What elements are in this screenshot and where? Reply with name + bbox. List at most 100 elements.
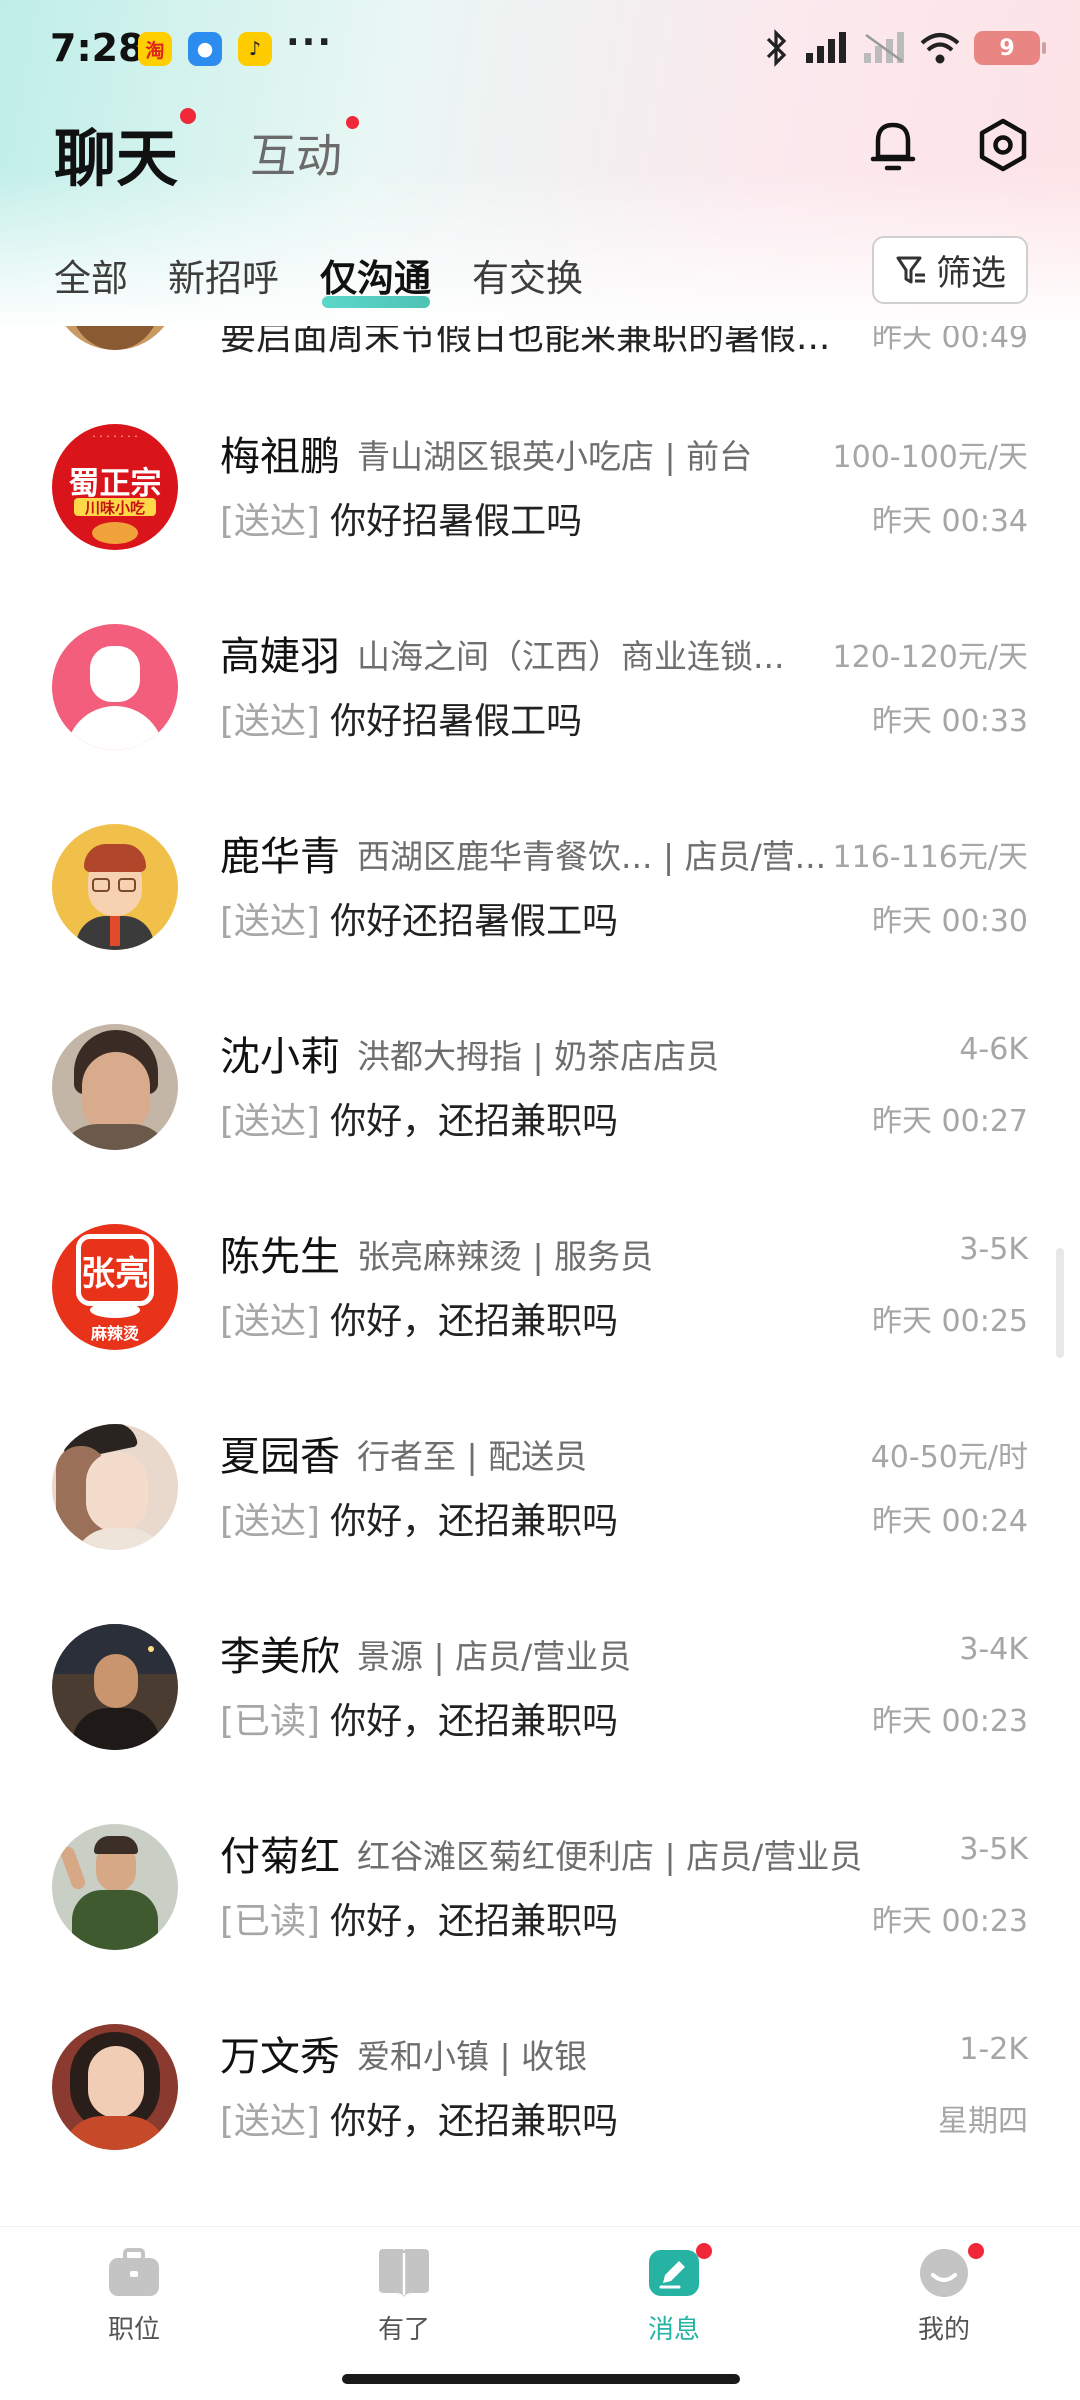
avatar [52, 1424, 178, 1550]
filter-button[interactable]: 筛选 [872, 236, 1028, 304]
avatar [52, 624, 178, 750]
message-edit-icon [649, 2250, 699, 2296]
wifi-icon [920, 33, 960, 64]
contact-name: 付菊红 [220, 1834, 340, 1880]
nav-profile[interactable]: 我的 [854, 2243, 1034, 2367]
status-right-icons: 9 [764, 28, 1046, 68]
nav-label: 我的 [917, 2315, 970, 2345]
message-time: 星期四 [938, 2104, 1028, 2139]
conversation-item[interactable]: 要启面周末节假日也能来兼职的暑假... 昨天 00:49 [0, 326, 1080, 396]
signal-weak-icon [864, 32, 904, 63]
notification-button[interactable] [860, 112, 926, 178]
message-time: 昨天 00:33 [872, 704, 1028, 739]
video-app-icon: ● [188, 32, 222, 66]
last-message: [送达] 你好，还招兼职吗 [220, 1301, 619, 1342]
conversation-list[interactable]: 要启面周末节假日也能来兼职的暑假... 昨天 00:49 · · · · · ·… [0, 326, 1080, 2226]
nav-youle[interactable]: 有了 [314, 2247, 494, 2367]
tab-new-greetings[interactable]: 新招呼 [168, 248, 279, 302]
chat-screen: 7:28 淘 ● ♪ ··· 9 聊天 互动 全部 新招呼 仅沟通 有交换 筛选… [0, 0, 1080, 2400]
salary: 1-2K [959, 2032, 1028, 2067]
settings-icon [979, 118, 1027, 172]
salary: 3-5K [959, 1232, 1028, 1267]
nav-label: 职位 [107, 2315, 160, 2345]
conversation-item[interactable]: 高婕羽 山海之间（江西）商业连锁... 120-120元/天 [送达] 你好招暑假… [0, 592, 1080, 792]
avatar [52, 1624, 178, 1750]
settings-button[interactable] [970, 112, 1036, 178]
conversation-item[interactable]: 鹿华青 西湖区鹿华青餐饮... | 店员/营... 116-116元/天 [送达… [0, 792, 1080, 992]
salary: 40-50元/时 [870, 1440, 1028, 1475]
page-title[interactable]: 聊天 [54, 108, 178, 198]
signal-icon [806, 32, 846, 63]
company-position: 景源 | 店员/营业员 [357, 1637, 632, 1676]
unread-dot [180, 108, 196, 124]
company-position: 山海之间（江西）商业连锁... [357, 637, 785, 676]
company-position: 洪都大拇指 | 奶茶店店员 [357, 1037, 720, 1076]
company-position: 爱和小镇 | 收银 [357, 2037, 588, 2076]
scrollbar[interactable] [1056, 1248, 1064, 1358]
status-time: 7:28 [50, 26, 145, 70]
taobao-app-icon: 淘 [138, 32, 172, 66]
tab-all[interactable]: 全部 [54, 248, 128, 302]
contact-name: 李美欣 [220, 1634, 340, 1680]
briefcase-icon [109, 2248, 159, 2296]
last-message: [送达] 你好招暑假工吗 [220, 701, 583, 742]
message-time: 昨天 00:30 [872, 904, 1028, 939]
tab-exchanged[interactable]: 有交换 [472, 248, 583, 302]
contact-name: 陈先生 [220, 1234, 340, 1280]
avatar [52, 326, 178, 350]
last-message: [送达] 你好招暑假工吗 [220, 501, 583, 542]
unread-dot [346, 116, 359, 129]
conversation-item[interactable]: 付菊红 红谷滩区菊红便利店 | 店员/营业员 3-5K [已读] 你好，还招兼职吗… [0, 1792, 1080, 1992]
bell-icon [870, 122, 916, 171]
avatar [52, 1824, 178, 1950]
status-bar: 7:28 淘 ● ♪ ··· 9 [0, 0, 1080, 96]
filter-icon [896, 256, 925, 284]
last-message: [已读] 你好，还招兼职吗 [220, 1701, 619, 1742]
nav-messages[interactable]: 消息 [584, 2243, 764, 2367]
profile-icon [920, 2249, 968, 2297]
conversation-item[interactable]: 夏园香 行者至 | 配送员 40-50元/时 [送达] 你好，还招兼职吗 昨天 0… [0, 1392, 1080, 1592]
company-position: 西湖区鹿华青餐饮... | 店员/营... [357, 837, 827, 876]
unread-dot [968, 2243, 984, 2259]
last-message: [送达] 你好还招暑假工吗 [220, 901, 619, 942]
book-icon [379, 2249, 429, 2297]
nav-label: 有了 [377, 2315, 430, 2345]
conversation-item[interactable]: 张亮 麻辣烫 陈先生 张亮麻辣烫 | 服务员 3-5K [送达] 你好，还招兼职吗… [0, 1192, 1080, 1392]
contact-name: 鹿华青 [220, 834, 340, 880]
contact-name: 高婕羽 [220, 634, 340, 680]
nav-jobs[interactable]: 职位 [44, 2247, 224, 2367]
bluetooth-icon [766, 29, 787, 67]
company-position: 张亮麻辣烫 | 服务员 [357, 1237, 654, 1276]
message-time: 昨天 00:34 [872, 504, 1028, 539]
last-message: 要启面周末节假日也能来兼职的暑假... [220, 326, 831, 358]
tab-contact-only[interactable]: 仅沟通 [320, 248, 431, 302]
interact-tab[interactable]: 互动 [250, 120, 342, 186]
last-message: [已读] 你好，还招兼职吗 [220, 1901, 619, 1942]
company-position: 青山湖区银英小吃店 | 前台 [357, 437, 753, 476]
conversation-item[interactable]: 李美欣 景源 | 店员/营业员 3-4K [已读] 你好，还招兼职吗 昨天 00:… [0, 1592, 1080, 1792]
home-indicator[interactable] [342, 2374, 740, 2384]
filter-tabs: 全部 新招呼 仅沟通 有交换 筛选 [0, 236, 1080, 326]
unread-dot [696, 2243, 712, 2259]
nav-label: 消息 [647, 2315, 700, 2345]
salary: 120-120元/天 [832, 640, 1028, 675]
conversation-item[interactable]: · · · · · · · 蜀正宗 川味小吃 梅祖鹏 青山湖区银英小吃店 | 前… [0, 392, 1080, 592]
avatar [52, 2024, 178, 2150]
contact-name: 沈小莉 [220, 1034, 340, 1080]
contact-name: 梅祖鹏 [220, 434, 340, 480]
avatar: 张亮 麻辣烫 [52, 1224, 178, 1350]
conversation-item[interactable]: 沈小莉 洪都大拇指 | 奶茶店店员 4-6K [送达] 你好，还招兼职吗 昨天 0… [0, 992, 1080, 1192]
message-time: 昨天 00:24 [872, 1504, 1028, 1539]
battery-indicator: 9 [974, 31, 1046, 65]
salary: 4-6K [959, 1032, 1028, 1067]
salary: 3-5K [959, 1832, 1028, 1867]
salary: 100-100元/天 [832, 440, 1028, 475]
contact-name: 夏园香 [220, 1434, 340, 1480]
avatar [52, 824, 178, 950]
message-time: 昨天 00:23 [872, 1704, 1028, 1739]
salary: 3-4K [959, 1632, 1028, 1667]
contact-name: 万文秀 [220, 2034, 340, 2080]
more-notifications-icon: ··· [286, 22, 334, 63]
last-message: [送达] 你好，还招兼职吗 [220, 2101, 619, 2142]
conversation-item[interactable]: 万文秀 爱和小镇 | 收银 1-2K [送达] 你好，还招兼职吗 星期四 [0, 1992, 1080, 2192]
